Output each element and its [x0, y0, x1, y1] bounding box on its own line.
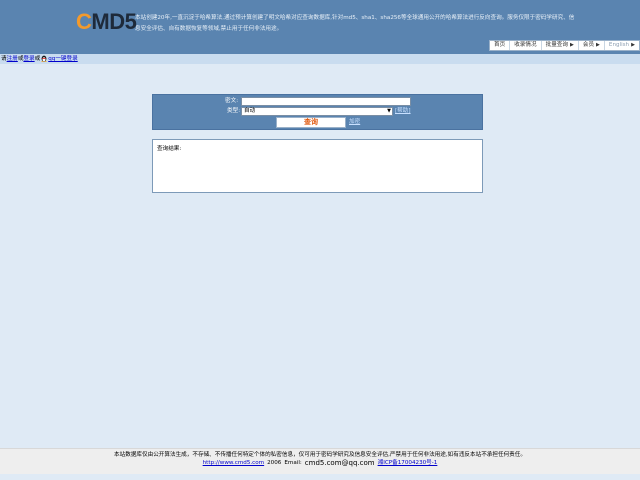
query-button[interactable]: 查询 — [276, 117, 346, 128]
site-url-link[interactable]: http://www.cmd5.com — [203, 459, 264, 468]
qq-penguin-icon[interactable] — [41, 55, 47, 62]
result-label: 查询结果: — [157, 146, 182, 152]
nav-coverage[interactable]: 收录情况 — [510, 41, 542, 50]
footer: 本站数据库仅由公开算法生成，不存储、不传播任何特定个体的私密信息，仅可用于密码学… — [0, 448, 640, 474]
type-label: 类型: — [227, 108, 241, 114]
header: CMD5 本站创建20年,一直沉淀于哈希算法,通过预计算创建了明文哈希对应查询数… — [0, 0, 640, 54]
nav-english[interactable]: English ▶ — [605, 41, 639, 50]
email-label: Email: — [284, 460, 302, 466]
register-link[interactable]: 注册 — [7, 54, 18, 64]
email-address: cmd5.com@qq.com — [304, 459, 375, 467]
cipher-input[interactable] — [241, 97, 411, 106]
chevron-down-icon: ▼ — [387, 108, 391, 114]
cipher-label: 密文: — [225, 98, 239, 104]
menu-arrow-icon: ▶ — [569, 42, 574, 48]
qq-login-link[interactable]: qq一键登录 — [48, 54, 77, 64]
top-nav: 首页 收录情况 批量查询 ▶ 会员 ▶ English ▶ — [489, 40, 640, 51]
login-bar: 请 注册 或 登录 或 qq一键登录 — [0, 54, 640, 64]
footer-year: 2006 — [267, 460, 282, 466]
menu-arrow-icon: ▶ — [631, 42, 635, 48]
site-intro: 本站创建20年,一直沉淀于哈希算法,通过预计算创建了明文哈希对应查询数据库,针对… — [135, 15, 575, 32]
search-panel: 密文: 类型: 自动 ▼ [帮助] 查询 加密 — [152, 94, 483, 130]
nav-batch-query[interactable]: 批量查询 ▶ — [542, 41, 579, 50]
icp-link[interactable]: 湘ICP备17004230号-1 — [378, 459, 438, 468]
footer-disclaimer: 本站数据库仅由公开算法生成，不存储、不传播任何特定个体的私密信息，仅可用于密码学… — [114, 452, 526, 458]
menu-arrow-icon: ▶ — [596, 42, 600, 48]
encrypt-link[interactable]: 加密 — [349, 118, 360, 127]
help-link[interactable]: [帮助] — [395, 107, 411, 116]
login-link[interactable]: 登录 — [23, 54, 34, 64]
footer-info: http://www.cmd5.com 2006 Email: cmd5.com… — [0, 459, 640, 468]
bottom-strip — [0, 474, 640, 480]
nav-home[interactable]: 首页 — [490, 41, 511, 50]
result-panel: 查询结果: — [152, 139, 483, 193]
type-select[interactable]: 自动 ▼ — [241, 107, 393, 116]
cmd5-logo[interactable]: CMD5 — [76, 9, 137, 35]
nav-member[interactable]: 会员 ▶ — [579, 41, 605, 50]
